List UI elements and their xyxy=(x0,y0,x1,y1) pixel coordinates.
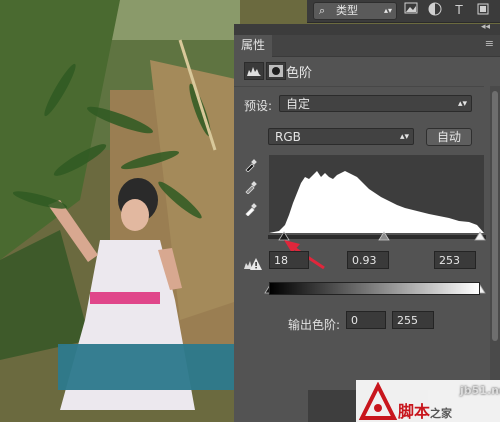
scrollbar-thumb[interactable] xyxy=(492,91,498,341)
kind-select-label: 类型 xyxy=(336,4,358,17)
layers-filter-toolbar: ⌕ 类型 ▴▾ T xyxy=(307,0,500,23)
clipping-warning-icon[interactable] xyxy=(243,257,263,271)
slider-handles xyxy=(264,231,486,294)
input-white-field[interactable]: 253 xyxy=(434,251,476,269)
watermark-brand: 脚本之家 xyxy=(398,398,452,422)
properties-panel: ◂◂ 属性 ≡ 色阶 预设: 自定 ▴▾ RGB ▴▾ 自动 18 0.93 2… xyxy=(234,22,500,422)
gray-point-handle xyxy=(378,231,390,241)
input-gamma-field[interactable]: 0.93 xyxy=(347,251,389,269)
image-filter-icon[interactable] xyxy=(403,2,419,18)
kind-select[interactable]: ⌕ 类型 ▴▾ xyxy=(313,2,397,20)
output-white-field[interactable]: 255 xyxy=(392,311,434,329)
black-point-handle xyxy=(278,231,290,241)
output-levels-label: 输出色阶: xyxy=(288,318,341,332)
watermark-url: jb51.net xyxy=(460,384,500,397)
chevron-down-icon: ▴▾ xyxy=(383,6,392,15)
panel-scrollbar[interactable] xyxy=(490,86,500,406)
type-filter-icon[interactable]: T xyxy=(451,2,467,18)
output-gradient xyxy=(269,282,480,295)
watermark-brand-main: 脚本 xyxy=(398,402,431,421)
watermark-brand-sub: 之家 xyxy=(430,407,453,420)
input-black-field[interactable]: 18 xyxy=(269,251,309,269)
shape-filter-icon[interactable] xyxy=(475,2,491,18)
search-icon: ⌕ xyxy=(319,4,326,17)
watermark-logo xyxy=(358,382,398,420)
output-black-field[interactable]: 0 xyxy=(346,311,386,329)
white-point-handle xyxy=(474,231,486,241)
adjustment-filter-icon[interactable] xyxy=(427,2,443,18)
